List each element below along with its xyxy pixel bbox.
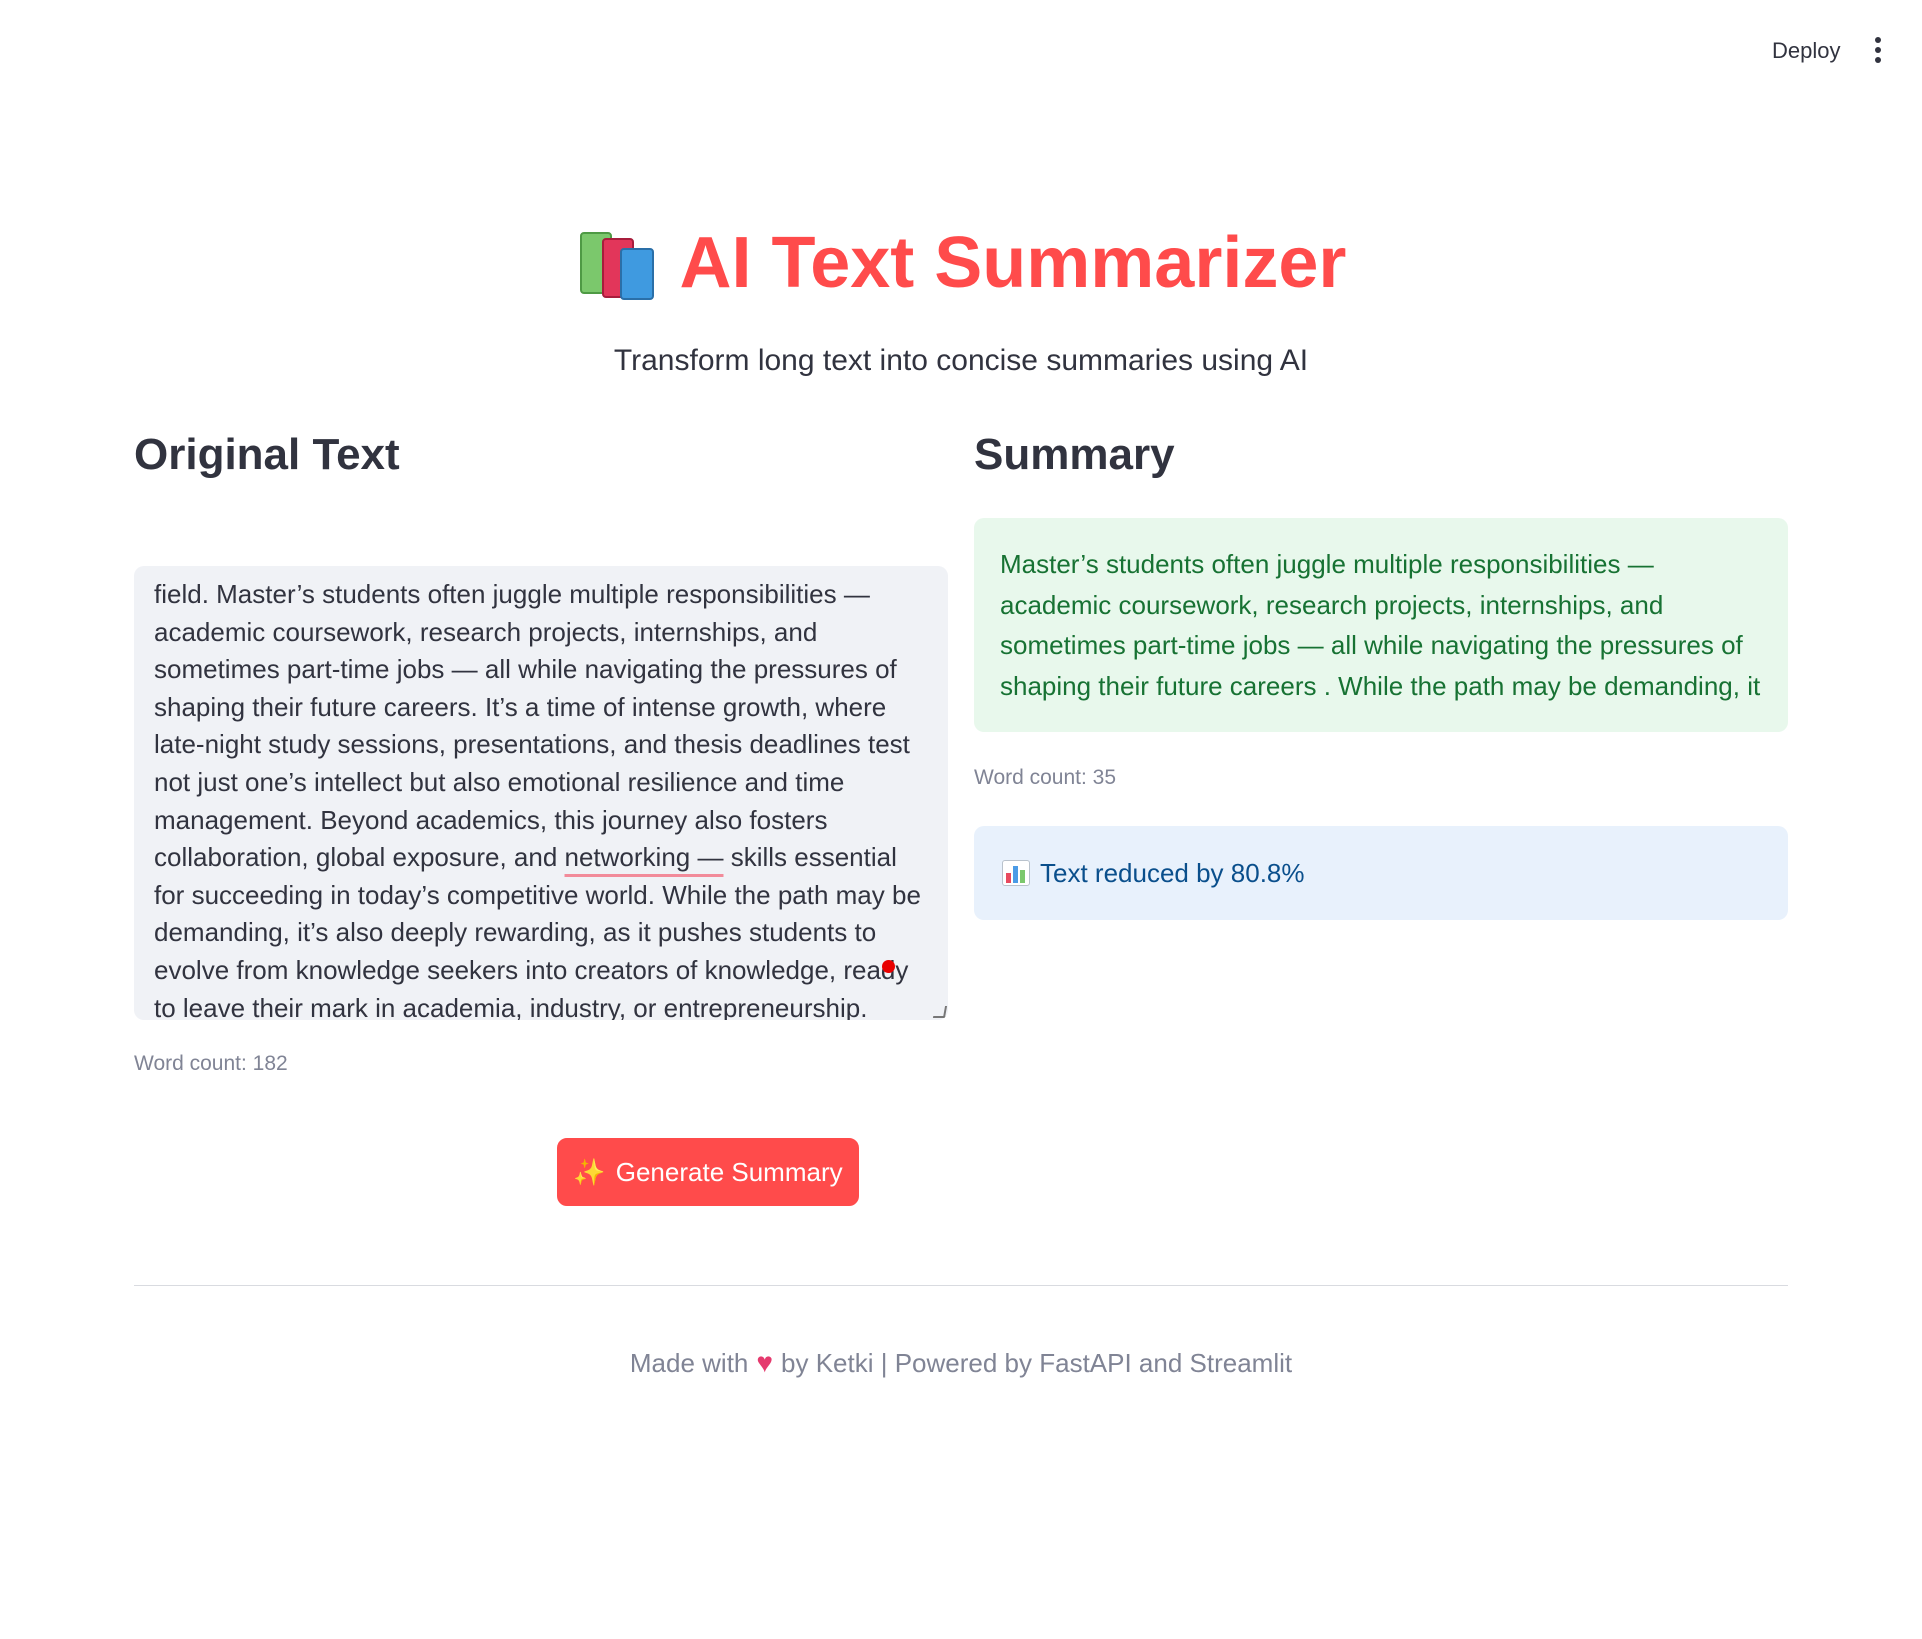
summary-column: Summary Master’s students often juggle m… (974, 430, 1788, 920)
generate-summary-label: Generate Summary (615, 1156, 843, 1187)
page-title: AI Text Summarizer (679, 223, 1347, 303)
summary-word-count: Word count: 35 (974, 766, 1117, 789)
summary-heading: Summary (974, 430, 1175, 479)
books-icon (576, 228, 654, 300)
footer-made-with: Made with (629, 1348, 749, 1378)
vertical-ellipsis-icon[interactable] (1866, 34, 1890, 66)
summary-output: Master’s students often juggle multiple … (974, 518, 1788, 732)
spellcheck-flagged-word: networking — (564, 842, 724, 873)
top-toolbar: Deploy (0, 0, 1922, 100)
reduction-text: Text reduced by 80.8% (1040, 857, 1305, 888)
heart-icon: ♥ (756, 1347, 774, 1378)
resize-handle-icon[interactable] (932, 1006, 948, 1018)
original-word-count: Word count: 182 (134, 1052, 288, 1075)
footer-divider (134, 1285, 1788, 1286)
generate-summary-button[interactable]: ✨ Generate Summary (557, 1138, 859, 1206)
bar-chart-icon (1002, 860, 1030, 886)
sparkles-icon: ✨ (573, 1156, 606, 1187)
text-segment: field. Master’s students often juggle mu… (154, 579, 910, 873)
cursor-marker (882, 960, 895, 973)
page-title-row: AI Text Summarizer (0, 222, 1922, 304)
footer: Made with ♥ by Ketki | Powered by FastAPI … (0, 1347, 1922, 1379)
deploy-button[interactable]: Deploy (1760, 30, 1852, 72)
original-text-input[interactable]: field. Master’s students often juggle mu… (134, 566, 948, 1020)
reduction-info-box: Text reduced by 80.8% (974, 826, 1788, 920)
original-text-heading: Original Text (134, 430, 400, 479)
page-subtitle: Transform long text into concise summari… (613, 344, 1309, 377)
footer-credits: by Ketki | Powered by FastAPI and Stream… (781, 1348, 1293, 1378)
original-text-column: Original Text field. Master’s students o… (134, 430, 948, 1206)
